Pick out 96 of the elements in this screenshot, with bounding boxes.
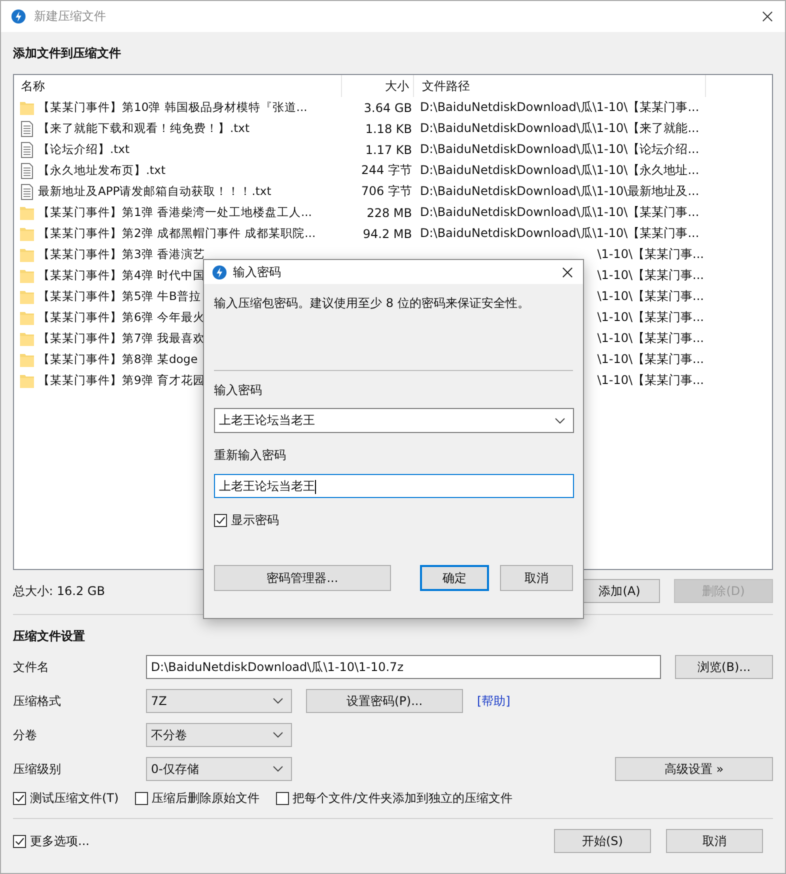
- file-path: \1-10\【某某门事...: [597, 247, 704, 261]
- checkbox[interactable]: [13, 834, 26, 848]
- checkbox-label[interactable]: 更多选项...: [30, 832, 90, 850]
- set-password-button[interactable]: 设置密码(P)...: [306, 689, 463, 713]
- checkbox-label[interactable]: 显示密码: [231, 512, 279, 529]
- folder-icon: [20, 100, 34, 116]
- text-file-icon: [20, 162, 34, 178]
- chevron-icon: [555, 418, 565, 424]
- checkbox-label[interactable]: 压缩后删除原始文件: [152, 790, 260, 807]
- browse-button[interactable]: 浏览(B)...: [675, 655, 773, 679]
- file-size: 1.17 KB: [365, 142, 412, 156]
- file-path: \1-10\【某某门事...: [597, 289, 704, 303]
- file-name: 【某某门事件】第2弹 成都黑帽门事件 成都某职院...: [38, 226, 316, 241]
- footer-button[interactable]: 取消: [666, 829, 763, 853]
- field-label: 输入密码: [214, 382, 263, 399]
- file-size: 706 字节: [361, 184, 412, 198]
- checkbox[interactable]: [134, 792, 148, 805]
- level-dropdown[interactable]: 0-仅存储: [146, 757, 292, 781]
- folder-icon: [20, 352, 34, 368]
- file-size: 94.2 MB: [362, 226, 412, 240]
- field-label: 压缩级别: [13, 760, 62, 778]
- file-name: 【永久地址发布页】.txt: [38, 163, 166, 178]
- file-path: \1-10\【某某门事...: [597, 310, 704, 324]
- folder-icon: [20, 246, 34, 262]
- app-icon: [212, 264, 227, 280]
- folder-icon: [20, 330, 34, 346]
- app-icon: [11, 9, 26, 24]
- file-size: 3.64 GB: [364, 100, 412, 114]
- footer-button[interactable]: 开始(S): [554, 829, 651, 853]
- total-size: 总大小: 16.2 GB: [13, 582, 106, 600]
- file-path: \1-10\【某某门事...: [597, 373, 704, 387]
- file-path: \1-10\【某某门事...: [597, 352, 704, 366]
- format-dropdown[interactable]: 7Z: [146, 689, 292, 713]
- folder-icon: [20, 268, 34, 284]
- dialog-button[interactable]: 密码管理器...: [214, 565, 391, 591]
- volume-dropdown[interactable]: 不分卷: [146, 723, 292, 747]
- checkbox[interactable]: [13, 792, 26, 805]
- close-icon[interactable]: [562, 266, 573, 278]
- checkbox-label[interactable]: 把每个文件/文件夹添加到独立的压缩文件: [292, 790, 513, 807]
- file-path: D:\BaiduNetdiskDownload\瓜\1-10\最新地址及...: [420, 184, 700, 198]
- checkbox[interactable]: [276, 792, 289, 805]
- file-path: \1-10\【某某门事...: [597, 331, 704, 345]
- file-name: 【某某门事件】第9弹 育才花园: [38, 373, 205, 388]
- file-name: 【某某门事件】第7弹 我最喜欢: [38, 331, 205, 346]
- folder-icon: [20, 226, 34, 242]
- file-path: \1-10\【某某门事...: [597, 268, 704, 282]
- field-label: 分卷: [13, 726, 38, 744]
- text-file-icon: [20, 120, 34, 136]
- file-size: 228 MB: [366, 206, 412, 220]
- folder-icon: [20, 372, 34, 388]
- dialog-button[interactable]: 确定: [420, 565, 490, 591]
- chevron-icon: [273, 732, 283, 738]
- file-path: D:\BaiduNetdiskDownload\瓜\1-10\【某某门事...: [420, 100, 700, 114]
- filename-field[interactable]: D:\BaiduNetdiskDownload\瓜\1-10\1-10.7z: [146, 655, 662, 679]
- dialog-button[interactable]: 取消: [500, 565, 573, 591]
- chevron-icon: [273, 766, 283, 772]
- text-file-icon: [20, 184, 34, 200]
- column-header[interactable]: 大小: [342, 75, 414, 97]
- folder-icon: [20, 288, 34, 304]
- file-name: 【论坛介绍】.txt: [38, 142, 130, 157]
- text-file-icon: [20, 142, 34, 158]
- column-header[interactable]: 名称: [14, 75, 342, 97]
- help-link[interactable]: [帮助]: [477, 692, 510, 710]
- field-label: 压缩格式: [13, 692, 62, 710]
- section-title: 压缩文件设置: [13, 628, 86, 645]
- file-name: 【某某门事件】第10弹 韩国极品身材模特『张道...: [38, 100, 308, 115]
- checkbox-label[interactable]: 测试压缩文件(T): [30, 790, 119, 807]
- checkbox[interactable]: [214, 514, 227, 527]
- file-path: D:\BaiduNetdiskDownload\瓜\1-10\【某某门事...: [420, 205, 700, 219]
- dialog-title: 输入密码: [233, 264, 282, 280]
- field-label: 文件名: [13, 658, 50, 676]
- file-name: 最新地址及APP请发邮箱自动获取！！！.txt: [38, 184, 272, 199]
- confirm-password-field[interactable]: 上老王论坛当老王: [214, 474, 574, 498]
- section-title: 添加文件到压缩文件: [13, 45, 122, 62]
- window-title: 新建压缩文件: [34, 8, 107, 25]
- file-name: 【来了就能下载和观看！纯免费！】.txt: [38, 121, 250, 136]
- folder-icon: [20, 310, 34, 326]
- file-name: 【某某门事件】第3弹 香港演艺: [38, 247, 205, 262]
- column-header[interactable]: 文件路径: [414, 75, 706, 97]
- file-name: 【某某门事件】第6弹 今年最火: [38, 310, 205, 325]
- folder-icon: [20, 204, 34, 220]
- password-combo[interactable]: 上老王论坛当老王: [214, 408, 574, 433]
- advanced-button[interactable]: 高级设置 »: [615, 757, 773, 781]
- file-path: D:\BaiduNetdiskDownload\瓜\1-10\【某某门事...: [420, 226, 700, 240]
- file-name: 【某某门事件】第5弹 牛B普拉: [38, 289, 201, 304]
- chevron-icon: [273, 698, 283, 704]
- file-size: 244 字节: [361, 163, 412, 177]
- file-name: 【某某门事件】第1弹 香港柴湾一处工地楼盘工人...: [38, 205, 312, 220]
- dialog-description: 输入压缩包密码。建议使用至少 8 位的密码来保证安全性。: [214, 295, 530, 312]
- file-name: 【某某门事件】第8弹 某doge: [38, 352, 198, 367]
- file-path: D:\BaiduNetdiskDownload\瓜\1-10\【论坛介绍...: [420, 142, 700, 156]
- close-icon[interactable]: [762, 11, 773, 22]
- file-size: 1.18 KB: [365, 122, 412, 136]
- file-path: D:\BaiduNetdiskDownload\瓜\1-10\【永久地址...: [420, 163, 700, 177]
- file-path: D:\BaiduNetdiskDownload\瓜\1-10\【来了就能...: [420, 121, 700, 135]
- field-label: 重新输入密码: [214, 447, 287, 464]
